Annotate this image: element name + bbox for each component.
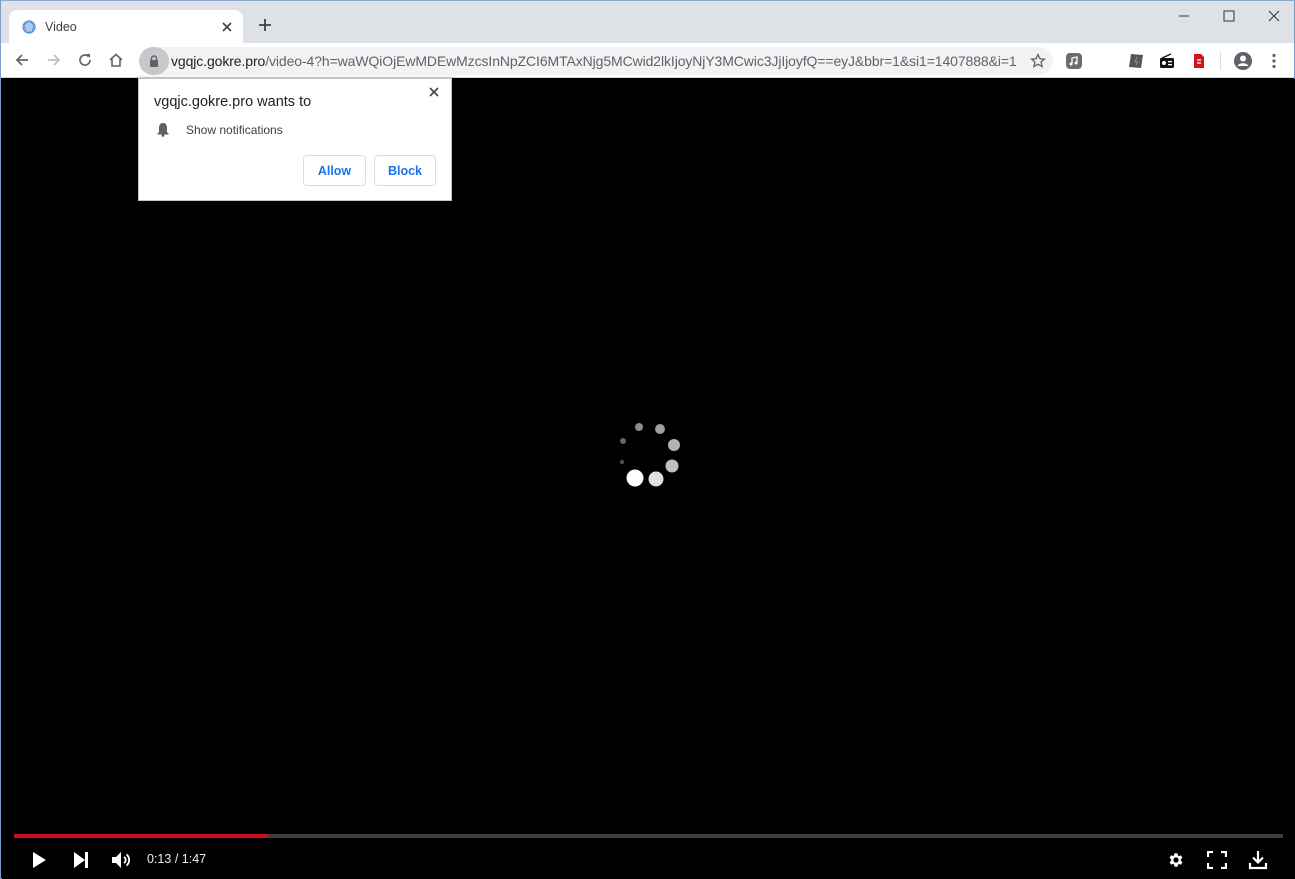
home-button[interactable] xyxy=(103,47,129,73)
pdf-extension-icon xyxy=(1194,54,1204,68)
radio-extension-icon xyxy=(1160,53,1174,68)
reload-button[interactable] xyxy=(72,47,98,73)
dialog-close-button[interactable] xyxy=(425,83,443,101)
minimize-icon xyxy=(1178,15,1189,17)
progress-bar-fill xyxy=(14,834,268,838)
toolbar-separator xyxy=(1220,52,1221,70)
loading-spinner xyxy=(619,423,680,487)
allow-button[interactable]: Allow xyxy=(303,155,366,186)
spinner-dot xyxy=(648,471,664,487)
dialog-title: vgqjc.gokre.pro wants to xyxy=(154,94,312,110)
fullscreen-button[interactable] xyxy=(1204,847,1230,873)
site-info-button[interactable] xyxy=(139,47,169,75)
time-display: 0:13 / 1:47 xyxy=(147,852,207,866)
download-icon xyxy=(1248,851,1268,870)
skip-next-icon xyxy=(74,852,88,868)
pdf-extension-button[interactable] xyxy=(1189,51,1209,71)
play-icon xyxy=(33,852,46,868)
home-icon xyxy=(109,53,123,67)
dark-extension-icon xyxy=(1129,54,1143,68)
progress-bar[interactable] xyxy=(14,834,1283,838)
settings-icon xyxy=(1169,853,1183,867)
close-icon xyxy=(429,87,439,97)
url-text[interactable]: vgqjc.gokre.pro/video-4?h=waWQiOjEwMDEwM… xyxy=(169,53,1023,69)
plus-icon xyxy=(259,19,271,31)
close-window-button[interactable] xyxy=(1251,1,1295,31)
account-circle-icon xyxy=(1234,52,1252,70)
tab-video[interactable]: Video xyxy=(9,10,243,43)
browser-window: Video vgqjc.gokre.pro/video-4?h=waWQiOjE… xyxy=(0,0,1295,879)
bell-icon xyxy=(157,123,169,137)
reload-icon xyxy=(79,54,91,66)
block-button[interactable]: Block xyxy=(374,155,436,186)
play-button[interactable] xyxy=(26,847,52,873)
spinner-dot xyxy=(620,438,626,444)
maximize-icon xyxy=(1223,10,1234,22)
spinner-dot xyxy=(635,423,643,431)
url-host: vgqjc.gokre.pro xyxy=(171,53,266,69)
permission-row: Show notifications xyxy=(156,122,283,137)
close-tab-icon[interactable] xyxy=(217,17,237,37)
spinner-dot xyxy=(626,469,644,487)
arrow-left-icon xyxy=(15,54,28,66)
tab-strip: Video xyxy=(1,1,1294,43)
settings-button[interactable] xyxy=(1163,847,1189,873)
forward-button[interactable] xyxy=(41,47,67,73)
permission-label: Show notifications xyxy=(186,122,283,137)
profile-button[interactable] xyxy=(1233,51,1253,71)
maximize-button[interactable] xyxy=(1206,1,1251,31)
new-tab-button[interactable] xyxy=(254,14,276,36)
arrow-right-icon xyxy=(48,54,61,66)
spinner-dot xyxy=(655,424,665,434)
volume-button[interactable] xyxy=(109,847,135,873)
radio-extension-button[interactable] xyxy=(1157,51,1177,71)
close-icon xyxy=(1268,10,1279,22)
lock-icon xyxy=(150,55,158,67)
music-extension-icon xyxy=(1066,53,1082,69)
notification-permission-dialog: vgqjc.gokre.pro wants to Show notificati… xyxy=(138,78,452,201)
globe-favicon-icon xyxy=(21,19,37,35)
kebab-menu-icon xyxy=(1272,53,1276,69)
bookmark-button[interactable] xyxy=(1023,47,1053,75)
star-icon xyxy=(1030,53,1046,68)
url-path: /video-4?h=waWQiOjEwMDEwMzcsInNpZCI6MTAx… xyxy=(265,53,1017,69)
duration: 1:47 xyxy=(181,852,207,866)
spinner-dot xyxy=(665,459,679,473)
spinner-dot xyxy=(668,439,680,451)
back-button[interactable] xyxy=(9,47,35,73)
browser-toolbar: vgqjc.gokre.pro/video-4?h=waWQiOjEwMDEwM… xyxy=(1,43,1294,78)
dark-extension-button[interactable] xyxy=(1126,51,1146,71)
next-button[interactable] xyxy=(68,847,94,873)
download-button[interactable] xyxy=(1245,847,1271,873)
spinner-dot xyxy=(619,459,625,465)
minimize-button[interactable] xyxy=(1161,1,1206,31)
browser-menu-button[interactable] xyxy=(1264,51,1284,71)
volume-icon xyxy=(112,852,131,868)
fullscreen-icon xyxy=(1207,851,1227,869)
music-extension-button[interactable] xyxy=(1064,51,1084,71)
current-time: 0:13 xyxy=(147,852,172,866)
tab-title: Video xyxy=(45,19,77,34)
address-bar[interactable]: vgqjc.gokre.pro/video-4?h=waWQiOjEwMDEwM… xyxy=(139,47,1053,75)
